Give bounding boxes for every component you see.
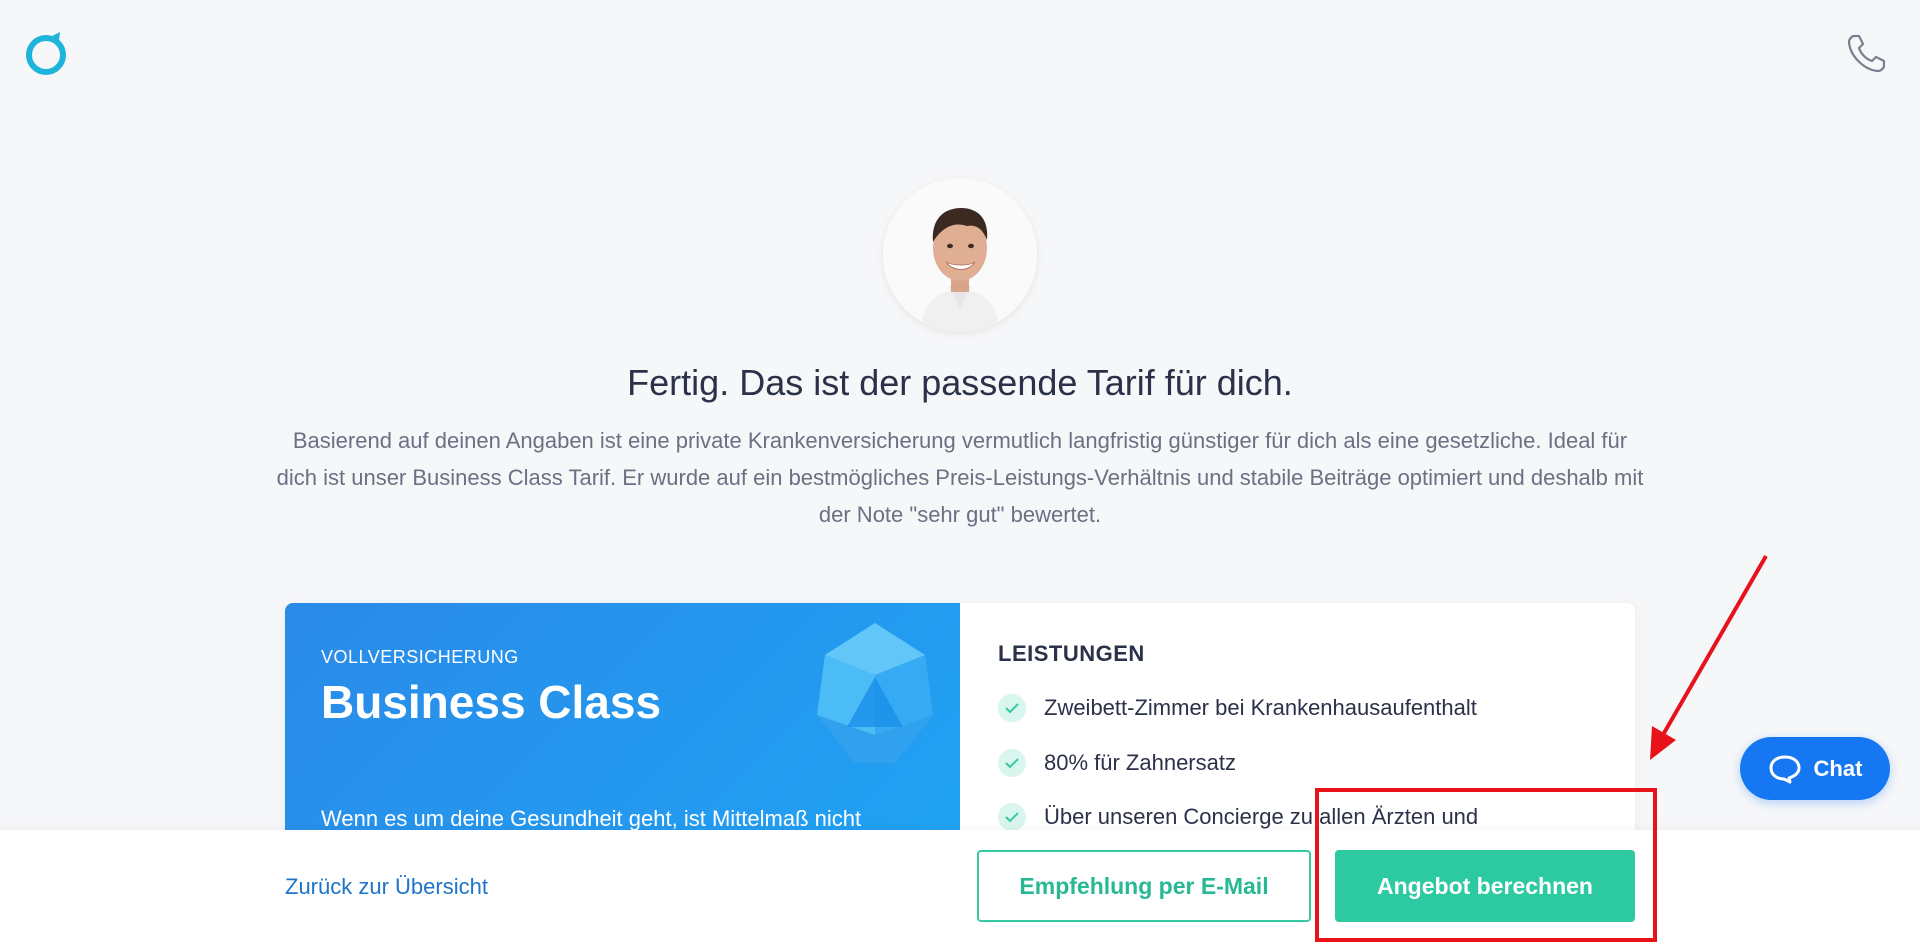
check-icon xyxy=(998,749,1026,777)
benefit-label: Über unseren Concierge zu allen Ärzten u… xyxy=(1044,804,1479,829)
benefit-item: Zweibett-Zimmer bei Krankenhausaufenthal… xyxy=(998,690,1477,726)
chat-button[interactable]: Chat xyxy=(1740,737,1890,800)
chat-label: Chat xyxy=(1813,755,1863,781)
check-icon xyxy=(998,694,1026,722)
annotation-arrow xyxy=(1650,555,1768,760)
benefit-label: 80% für Zahnersatz xyxy=(1044,750,1236,775)
chat-bubble-icon xyxy=(1769,755,1801,783)
ring-logo-icon[interactable] xyxy=(22,28,72,78)
benefits-title: LEISTUNGEN xyxy=(998,641,1145,666)
page-title: Fertig. Das ist der passende Tarif für d… xyxy=(627,362,1293,403)
check-icon xyxy=(998,803,1026,831)
phone-icon[interactable] xyxy=(1844,30,1890,76)
benefit-label: Zweibett-Zimmer bei Krankenhausaufenthal… xyxy=(1044,695,1477,720)
advisor-photo xyxy=(883,178,1037,332)
action-footer: Zurück zur Übersicht Empfehlung per E-Ma… xyxy=(0,830,1920,944)
tariff-category: VOLLVERSICHERUNG xyxy=(321,647,519,667)
intro-text: Basierend auf deinen Angaben ist eine pr… xyxy=(276,428,1644,527)
advisor-avatar xyxy=(883,178,1037,332)
tariff-title: Business Class xyxy=(321,676,662,728)
diamond-gem-icon xyxy=(817,623,933,763)
back-to-overview-link[interactable]: Zurück zur Übersicht xyxy=(285,874,488,900)
benefit-item: 80% für Zahnersatz xyxy=(998,745,1236,781)
email-recommendation-button[interactable]: Empfehlung per E-Mail xyxy=(977,850,1311,922)
calculate-offer-button[interactable]: Angebot berechnen xyxy=(1335,850,1635,922)
